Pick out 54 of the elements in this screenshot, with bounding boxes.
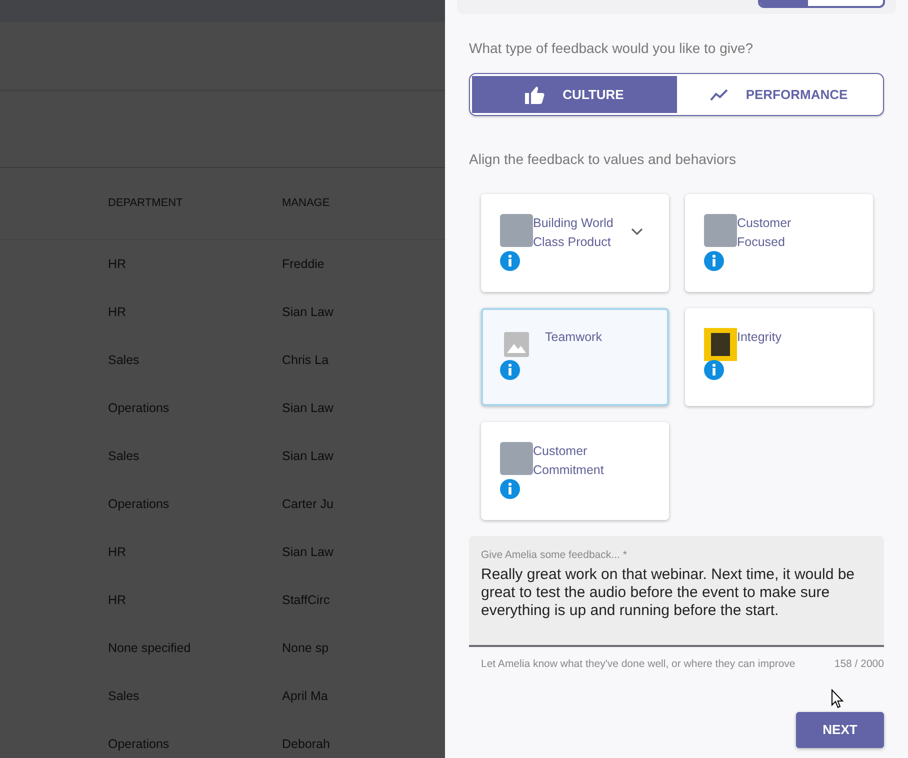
table-cell: Carter Ju bbox=[282, 496, 334, 511]
feedback-type-tab[interactable]: CULTURE bbox=[472, 76, 676, 113]
table-cell: HR bbox=[108, 592, 126, 607]
table-cell: Sales bbox=[108, 352, 140, 367]
info-icon[interactable] bbox=[500, 360, 520, 380]
helper-text: Let Amelia know what they've done well, or where they can improve bbox=[481, 657, 796, 672]
table-cell: Freddie bbox=[282, 256, 324, 271]
table-cell: Sian Law bbox=[282, 544, 334, 559]
photo-placeholder bbox=[704, 214, 737, 247]
poster-thumbnail bbox=[704, 328, 737, 361]
character-counter: 158 / 2000 bbox=[834, 657, 884, 672]
value-card[interactable]: Customer Focused bbox=[685, 194, 873, 292]
column-header: MANAGE bbox=[282, 197, 330, 210]
feedback-text-area[interactable]: Give Amelia some feedback... * Really great work on that webinar. Next time, it would be great to test the audio before the event to make sure everything is up and running before the start. bbox=[469, 536, 884, 647]
table-cell: Sian Law bbox=[282, 400, 334, 415]
table-cell: Sian Law bbox=[282, 304, 334, 319]
table-cell: Sian Law bbox=[282, 448, 334, 463]
value-name: Customer Focused bbox=[737, 215, 792, 251]
photo-placeholder bbox=[500, 442, 533, 475]
info-icon[interactable] bbox=[500, 251, 520, 271]
mouse-cursor-icon bbox=[831, 689, 844, 709]
table-cell: Sales bbox=[108, 688, 140, 703]
table-cell: HR bbox=[108, 544, 126, 559]
table-cell: None specified bbox=[108, 640, 191, 655]
table-cell: Sales bbox=[108, 448, 140, 463]
table-cell: StaffCirc bbox=[282, 592, 330, 607]
next-button[interactable]: NEXT bbox=[796, 712, 884, 748]
thumbs-up-icon bbox=[524, 86, 545, 104]
table-cell: Chris La bbox=[282, 352, 329, 367]
table-cell: None sp bbox=[282, 640, 329, 655]
info-icon[interactable] bbox=[704, 251, 724, 271]
photo-placeholder bbox=[500, 214, 533, 247]
value-name: Customer Commitment bbox=[533, 443, 605, 479]
value-card[interactable]: Integrity bbox=[685, 308, 873, 406]
table-cell: HR bbox=[108, 256, 126, 271]
table-cell: Operations bbox=[108, 400, 170, 415]
info-icon[interactable] bbox=[704, 360, 724, 380]
value-name: Integrity bbox=[737, 329, 782, 346]
table-cell: Deborah bbox=[282, 736, 330, 751]
section-label: Align the feedback to values and behaviors bbox=[469, 150, 737, 169]
value-card[interactable]: Customer Commitment bbox=[481, 422, 669, 520]
trend-line-icon bbox=[710, 88, 728, 100]
value-name: Building World Class Product bbox=[533, 215, 614, 251]
chevron-down-icon[interactable] bbox=[631, 228, 643, 236]
value-card[interactable]: Teamwork bbox=[481, 308, 669, 406]
question-text: What type of feedback would you like to give? bbox=[469, 39, 754, 58]
table-cell: HR bbox=[108, 304, 126, 319]
table-cell: Operations bbox=[108, 736, 170, 751]
value-name: Teamwork bbox=[545, 329, 603, 346]
column-header: DEPARTMENT bbox=[108, 197, 183, 210]
table-cell: Operations bbox=[108, 496, 170, 511]
value-card[interactable]: Building World Class Product bbox=[481, 194, 669, 292]
info-icon[interactable] bbox=[500, 479, 520, 499]
table-cell: April Ma bbox=[282, 688, 328, 703]
